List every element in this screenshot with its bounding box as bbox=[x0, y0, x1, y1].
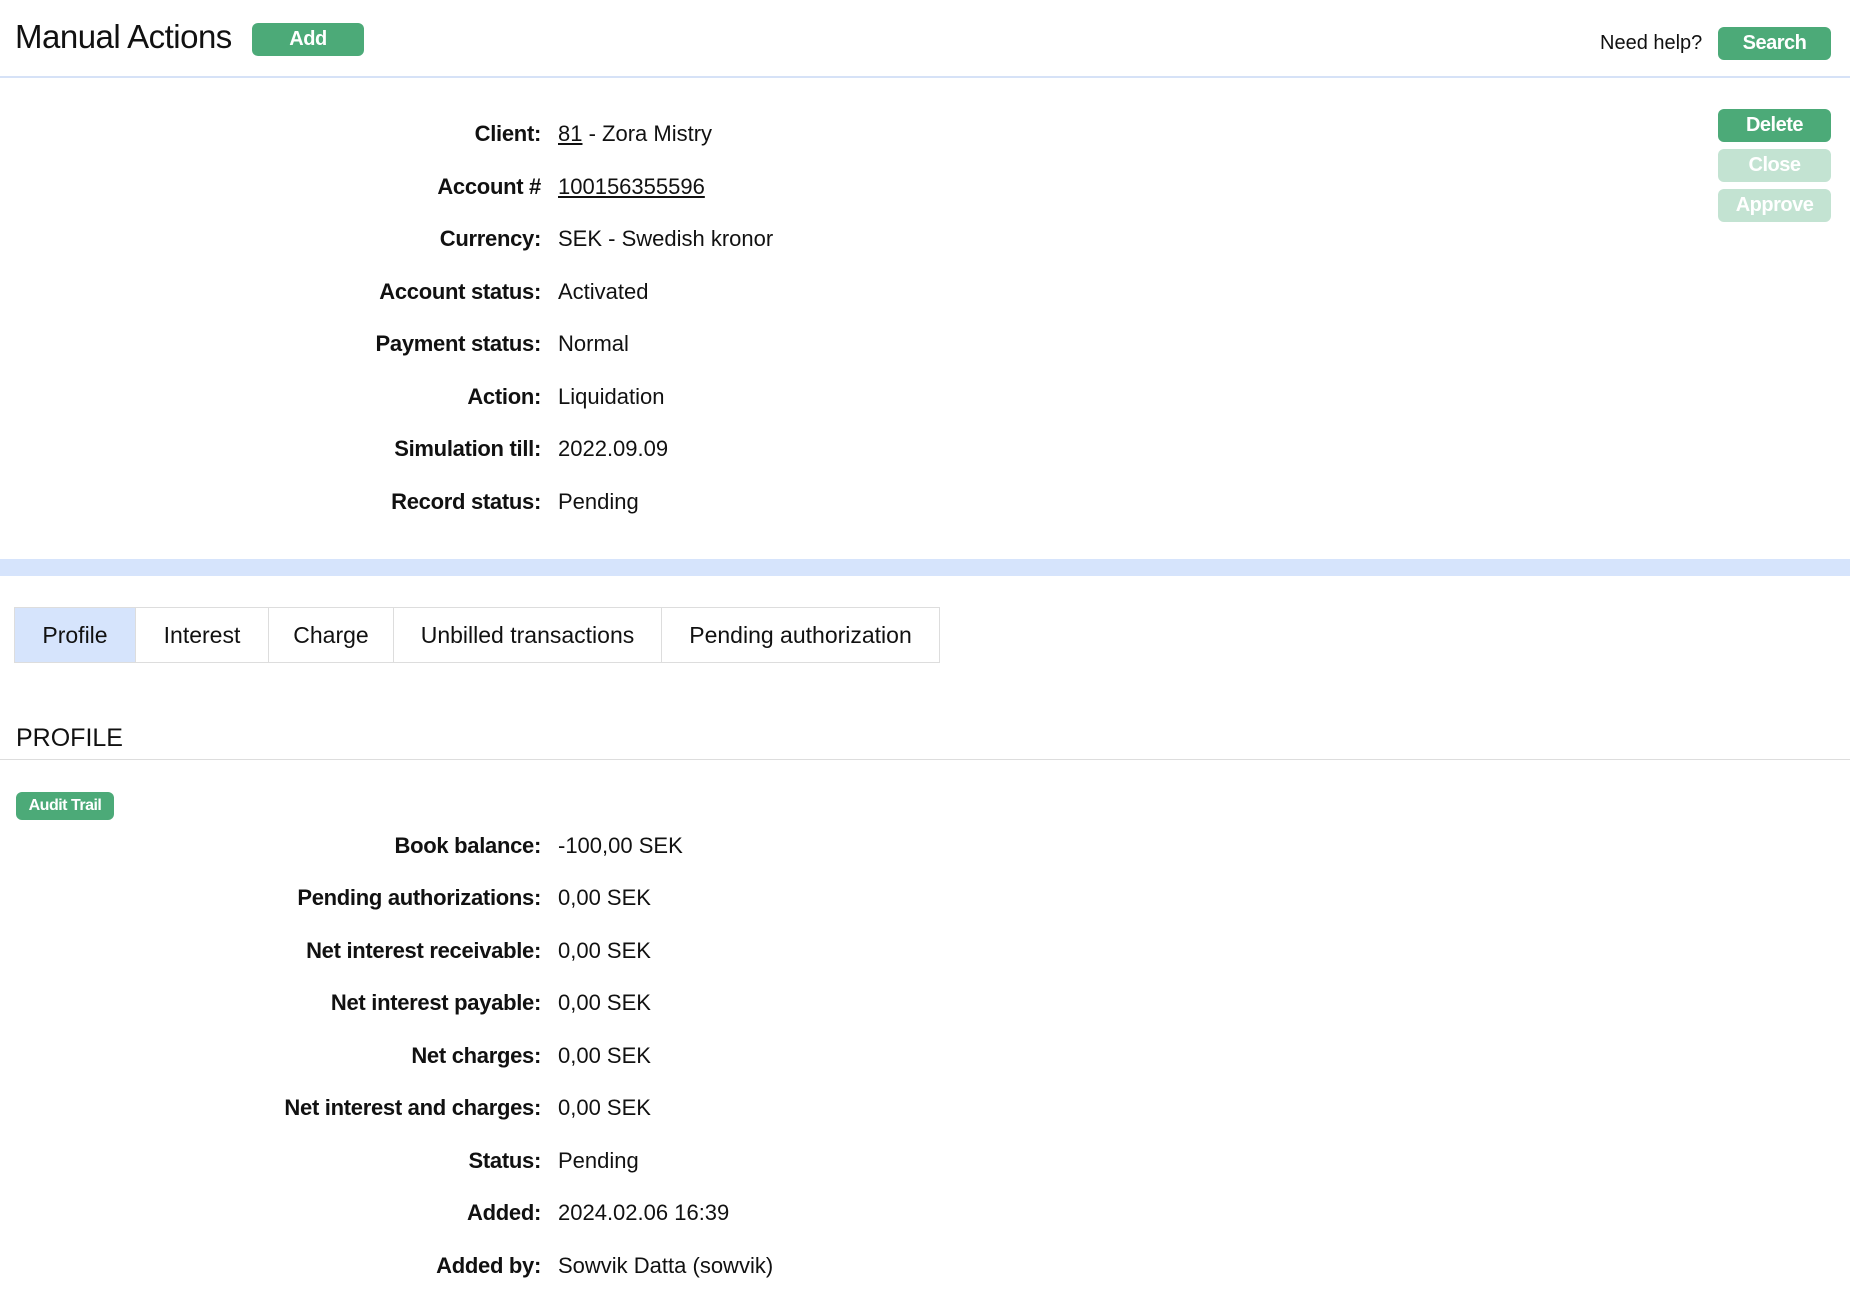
tab-unbilled-transactions[interactable]: Unbilled transactions bbox=[394, 608, 662, 662]
audit-trail-button[interactable]: Audit Trail bbox=[16, 792, 114, 820]
add-button[interactable]: Add bbox=[252, 23, 364, 56]
currency-label: Currency: bbox=[440, 226, 541, 252]
row-label: Book balance: bbox=[395, 833, 541, 859]
approve-button[interactable]: Approve bbox=[1718, 189, 1831, 222]
row-value: 0,00 SEK bbox=[558, 938, 651, 964]
currency-value: SEK - Swedish kronor bbox=[558, 226, 773, 252]
profile-row: Net interest payable: 0,00 SEK bbox=[0, 990, 1000, 1020]
action-label: Action: bbox=[467, 384, 541, 410]
payment-status-label: Payment status: bbox=[376, 331, 541, 357]
section-divider-band bbox=[0, 559, 1850, 576]
tab-profile[interactable]: Profile bbox=[15, 608, 136, 662]
section-heading: PROFILE bbox=[16, 724, 123, 753]
tab-pending-authorization[interactable]: Pending authorization bbox=[662, 608, 939, 662]
account-label: Account # bbox=[437, 174, 541, 200]
profile-row: Pending authorizations: 0,00 SEK bbox=[0, 885, 1000, 915]
payment-status-value: Normal bbox=[558, 331, 629, 357]
simulation-value: 2022.09.09 bbox=[558, 436, 668, 462]
profile-row: Net interest and charges: 0,00 SEK bbox=[0, 1095, 1000, 1125]
action-row: Action: Liquidation bbox=[0, 384, 1000, 414]
account-status-label: Account status: bbox=[379, 279, 541, 305]
record-status-value: Pending bbox=[558, 489, 639, 515]
profile-row: Added: 2024.02.06 16:39 bbox=[0, 1200, 1000, 1230]
row-label: Status: bbox=[469, 1148, 541, 1174]
profile-row: Added by: Sowvik Datta (sowvik) bbox=[0, 1253, 1000, 1283]
row-label: Added: bbox=[467, 1200, 541, 1226]
currency-row: Currency: SEK - Swedish kronor bbox=[0, 226, 1000, 256]
simulation-row: Simulation till: 2022.09.09 bbox=[0, 436, 1000, 466]
search-button[interactable]: Search bbox=[1718, 27, 1831, 60]
row-value: 0,00 SEK bbox=[558, 1043, 651, 1069]
close-button[interactable]: Close bbox=[1718, 149, 1831, 182]
action-value: Liquidation bbox=[558, 384, 664, 410]
account-status-value: Activated bbox=[558, 279, 649, 305]
need-help-link[interactable]: Need help? bbox=[1600, 32, 1702, 55]
tab-bar: Profile Interest Charge Unbilled transac… bbox=[14, 607, 940, 663]
row-label: Pending authorizations: bbox=[297, 885, 541, 911]
row-label: Net interest and charges: bbox=[284, 1095, 541, 1121]
tab-interest[interactable]: Interest bbox=[136, 608, 269, 662]
row-label: Net interest payable: bbox=[331, 990, 541, 1016]
profile-row: Book balance: -100,00 SEK bbox=[0, 833, 1000, 863]
row-value: 0,00 SEK bbox=[558, 885, 651, 911]
client-name: - Zora Mistry bbox=[582, 121, 712, 146]
row-label: Net charges: bbox=[411, 1043, 541, 1069]
row-label: Added by: bbox=[436, 1253, 541, 1279]
divider bbox=[0, 759, 1850, 760]
account-row: Account # 100156355596 bbox=[0, 174, 1000, 204]
row-label: Net interest receivable: bbox=[306, 938, 541, 964]
client-row: Client: 81 - Zora Mistry bbox=[0, 121, 1000, 151]
payment-status-row: Payment status: Normal bbox=[0, 331, 1000, 361]
record-status-label: Record status: bbox=[391, 489, 541, 515]
tab-charge[interactable]: Charge bbox=[269, 608, 394, 662]
row-value: 0,00 SEK bbox=[558, 1095, 651, 1121]
page-header: Manual Actions Add Need help? Search bbox=[0, 0, 1850, 78]
account-number-link[interactable]: 100156355596 bbox=[558, 174, 705, 200]
delete-button[interactable]: Delete bbox=[1718, 109, 1831, 142]
row-value: Sowvik Datta (sowvik) bbox=[558, 1253, 773, 1279]
row-value: -100,00 SEK bbox=[558, 833, 683, 859]
account-status-row: Account status: Activated bbox=[0, 279, 1000, 309]
row-value: 0,00 SEK bbox=[558, 990, 651, 1016]
row-value: 2024.02.06 16:39 bbox=[558, 1200, 729, 1226]
simulation-label: Simulation till: bbox=[394, 436, 541, 462]
profile-row: Net interest receivable: 0,00 SEK bbox=[0, 938, 1000, 968]
client-id-link[interactable]: 81 bbox=[558, 121, 582, 146]
client-label: Client: bbox=[475, 121, 541, 147]
record-status-row: Record status: Pending bbox=[0, 489, 1000, 519]
profile-row: Net charges: 0,00 SEK bbox=[0, 1043, 1000, 1073]
page-title: Manual Actions bbox=[15, 18, 232, 56]
profile-row: Status: Pending bbox=[0, 1148, 1000, 1178]
row-value: Pending bbox=[558, 1148, 639, 1174]
